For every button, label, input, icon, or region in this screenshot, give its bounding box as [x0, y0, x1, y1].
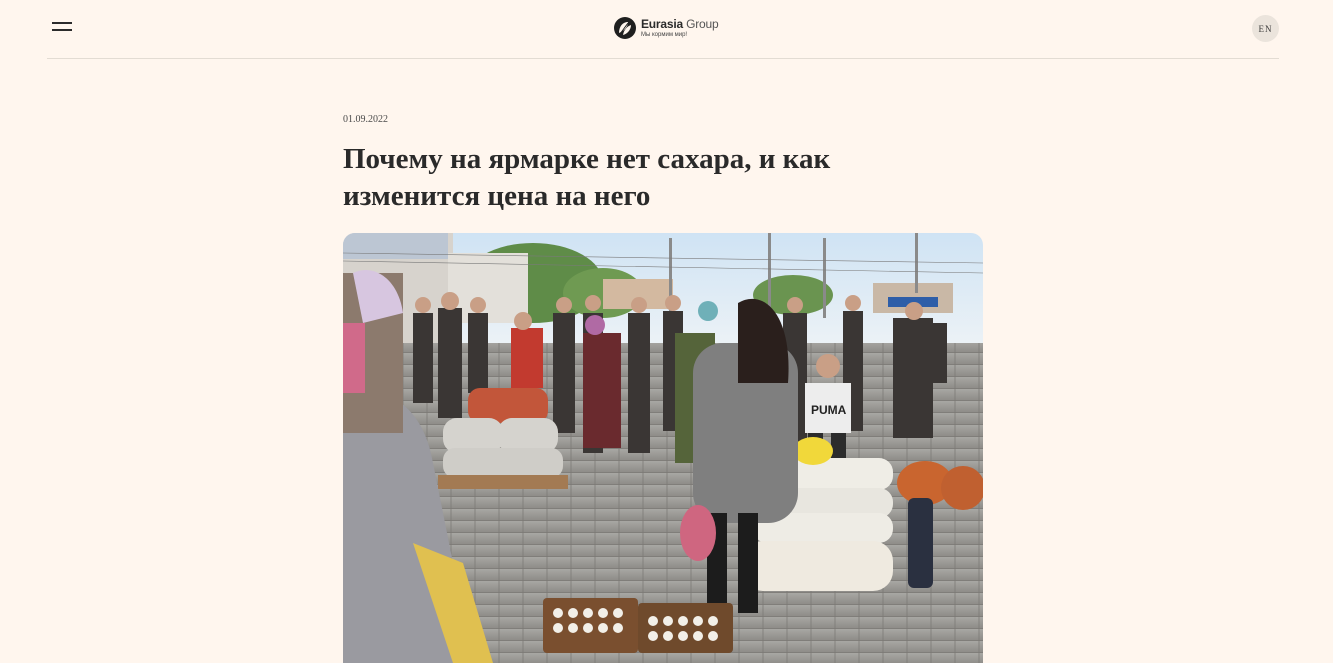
logo-name-light: Group	[686, 17, 719, 31]
svg-text:PUMA: PUMA	[811, 403, 847, 417]
market-fair-photo: PUMA	[343, 233, 983, 663]
hamburger-menu-icon[interactable]	[51, 19, 75, 35]
article: 01.09.2022 Почему на ярмарке нет сахара,…	[343, 114, 983, 663]
logo-tagline: Мы кормим мир!	[641, 32, 688, 38]
language-switch-button[interactable]: EN	[1252, 15, 1279, 42]
logo-name-bold: Eurasia	[641, 17, 683, 31]
site-header: Eurasia Group Мы кормим мир! EN	[47, 0, 1279, 59]
site-logo[interactable]: Eurasia Group Мы кормим мир!	[613, 15, 719, 41]
leaf-logo-icon	[614, 17, 636, 39]
article-date: 01.09.2022	[343, 114, 388, 125]
article-title: Почему на ярмарке нет сахара, и как изме…	[343, 143, 831, 212]
hero-image: PUMA	[343, 233, 983, 663]
